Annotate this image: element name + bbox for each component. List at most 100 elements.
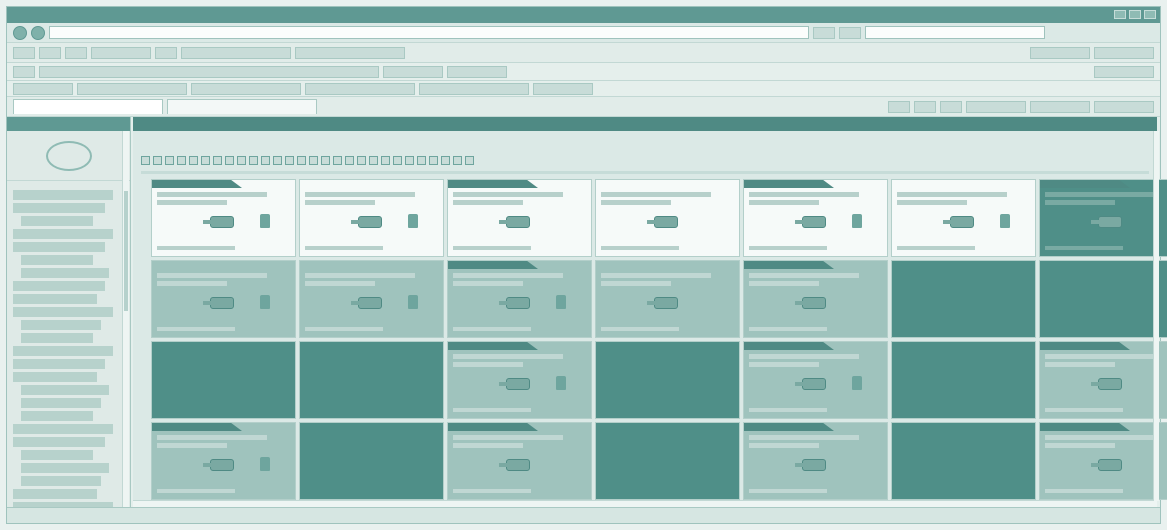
tab-inactive[interactable]	[167, 99, 317, 114]
forward-button[interactable]	[31, 25, 45, 40]
device-panel[interactable]	[151, 422, 296, 500]
device-panel[interactable]	[595, 260, 740, 338]
sidebar-item[interactable]	[13, 229, 113, 239]
device-icon[interactable]	[499, 378, 530, 390]
toolbar-tool-icon[interactable]	[141, 155, 150, 165]
feed-icon[interactable]	[914, 100, 936, 113]
device-panel[interactable]	[1039, 422, 1167, 500]
toolbar-tool-icon[interactable]	[225, 155, 234, 165]
toolbar-tool-icon[interactable]	[453, 155, 462, 165]
sidebar-scrollbar[interactable]	[122, 131, 129, 507]
sidebar-item[interactable]	[21, 411, 93, 421]
device-panel[interactable]	[447, 341, 592, 419]
sidebar-item[interactable]	[13, 281, 105, 291]
sidebar-item[interactable]	[13, 359, 105, 369]
device-panel[interactable]	[447, 260, 592, 338]
refresh-button[interactable]	[813, 26, 835, 39]
device-panel[interactable]	[891, 179, 1036, 257]
lock-icon[interactable]	[1000, 214, 1010, 228]
device-panel[interactable]	[743, 422, 888, 500]
device-icon[interactable]	[1091, 378, 1122, 390]
sidebar-item[interactable]	[13, 372, 97, 382]
tools-menu-button[interactable]	[1094, 100, 1154, 113]
device-panel[interactable]	[447, 179, 592, 257]
search-toolbar-button[interactable]	[383, 65, 443, 78]
sidebar-item[interactable]	[21, 463, 109, 473]
device-panel[interactable]	[151, 341, 296, 419]
device-icon[interactable]	[795, 378, 826, 390]
print-icon[interactable]	[940, 100, 962, 113]
toolbar-tool-icon[interactable]	[309, 155, 318, 165]
lock-icon[interactable]	[260, 457, 270, 471]
device-icon[interactable]	[351, 297, 382, 309]
toolbar-tool-icon[interactable]	[249, 155, 258, 165]
sidebar-item[interactable]	[21, 268, 109, 278]
bookmark-item[interactable]	[419, 82, 529, 95]
sidebar-item[interactable]	[21, 398, 101, 408]
toolbar-tool-icon[interactable]	[321, 155, 330, 165]
search-input[interactable]	[865, 26, 1045, 39]
toolbar-search-field[interactable]	[295, 46, 405, 59]
device-icon[interactable]	[499, 297, 530, 309]
device-panel[interactable]	[1039, 341, 1167, 419]
device-panel[interactable]	[743, 341, 888, 419]
device-icon[interactable]	[943, 216, 974, 228]
device-icon[interactable]	[1091, 459, 1122, 471]
device-panel[interactable]	[299, 422, 444, 500]
bookmark-item[interactable]	[13, 82, 73, 95]
device-icon[interactable]	[1091, 216, 1122, 228]
device-panel[interactable]	[891, 422, 1036, 500]
bookmark-item[interactable]	[191, 82, 301, 95]
sidebar-item[interactable]	[21, 385, 109, 395]
device-icon[interactable]	[795, 216, 826, 228]
toolbar-tool-icon[interactable]	[165, 155, 174, 165]
sidebar-item[interactable]	[21, 320, 101, 330]
device-panel[interactable]	[447, 422, 592, 500]
toolbar-tool-icon[interactable]	[201, 155, 210, 165]
toolbar-tool-icon[interactable]	[153, 155, 162, 165]
device-panel[interactable]	[1039, 260, 1167, 338]
lock-icon[interactable]	[556, 295, 566, 309]
toolbar-tool-icon[interactable]	[417, 155, 426, 165]
device-panel[interactable]	[595, 179, 740, 257]
toolbar-tool-icon[interactable]	[189, 155, 198, 165]
maximize-button[interactable]	[1129, 10, 1141, 19]
address-input[interactable]	[49, 26, 809, 39]
device-panel[interactable]	[1039, 179, 1167, 257]
toolbar-tool-icon[interactable]	[465, 155, 474, 165]
sidebar-item[interactable]	[13, 242, 105, 252]
lock-icon[interactable]	[260, 214, 270, 228]
page-menu-button[interactable]	[966, 100, 1026, 113]
device-panel[interactable]	[299, 260, 444, 338]
back-button[interactable]	[13, 25, 27, 40]
toolbar-search-field[interactable]	[181, 46, 291, 59]
toolbar-tool-icon[interactable]	[405, 155, 414, 165]
tab-active[interactable]	[13, 99, 163, 114]
bookmark-item[interactable]	[77, 82, 187, 95]
search-toolbar-button[interactable]	[447, 65, 507, 78]
toolbar-tool-icon[interactable]	[273, 155, 282, 165]
device-icon[interactable]	[203, 216, 234, 228]
lock-icon[interactable]	[408, 295, 418, 309]
device-icon[interactable]	[351, 216, 382, 228]
toolbar-button[interactable]	[65, 46, 87, 59]
sidebar-item[interactable]	[13, 294, 97, 304]
close-button[interactable]	[1144, 10, 1156, 19]
lock-icon[interactable]	[852, 214, 862, 228]
device-panel[interactable]	[891, 260, 1036, 338]
safety-menu-button[interactable]	[1030, 100, 1090, 113]
toolbar-tool-icon[interactable]	[333, 155, 342, 165]
sidebar-item[interactable]	[13, 203, 105, 213]
device-icon[interactable]	[647, 216, 678, 228]
sidebar-item[interactable]	[13, 424, 113, 434]
sidebar-item[interactable]	[21, 450, 93, 460]
toolbar-dropdown[interactable]	[91, 46, 151, 59]
toolbar-tool-icon[interactable]	[381, 155, 390, 165]
sidebar-item[interactable]	[13, 489, 97, 499]
sidebar-item[interactable]	[21, 476, 101, 486]
toolbar-button[interactable]	[39, 46, 61, 59]
stop-button[interactable]	[839, 26, 861, 39]
toolbar-button[interactable]	[13, 46, 35, 59]
device-panel[interactable]	[743, 260, 888, 338]
lock-icon[interactable]	[260, 295, 270, 309]
